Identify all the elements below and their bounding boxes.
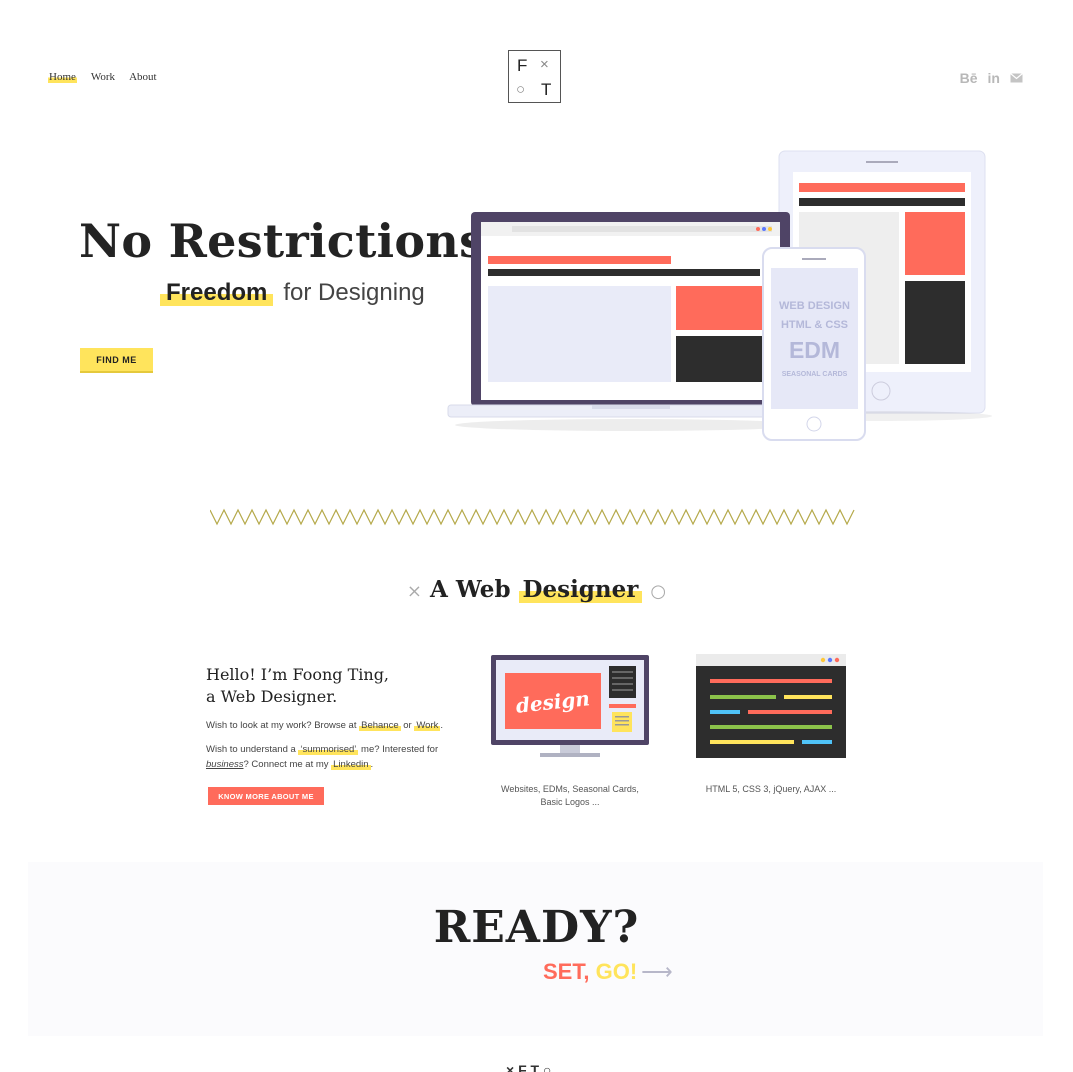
intro-heading-line1: Hello! I’m Foong Ting,	[206, 665, 390, 684]
logo-circle-icon: ○	[516, 81, 526, 98]
design-caption-line1: Websites, EDMs, Seasonal Cards,	[501, 784, 639, 794]
footer-logo: × F T ○	[506, 1062, 552, 1072]
code-card-caption: HTML 5, CSS 3, jQuery, AJAX ...	[705, 784, 837, 794]
cross-icon: ×	[406, 581, 422, 602]
intro-p2-text-b: me? Interested for	[361, 744, 439, 755]
hero-subtitle: Freedom for Designing	[160, 279, 425, 307]
arrow-right-icon[interactable]: ⟶	[641, 959, 673, 984]
linkedin-link[interactable]: Linkedin	[331, 759, 371, 770]
intro-heading: Hello! I’m Foong Ting, a Web Designer.	[206, 664, 389, 708]
behance-icon[interactable]: Bē	[960, 70, 978, 86]
intro-p1-text: Wish to look at my work? Browse at	[206, 720, 357, 731]
social-links: Bē in	[960, 70, 1023, 86]
section-title-highlight: Designer	[518, 576, 643, 603]
phone-line-edm: EDM	[789, 337, 840, 363]
hero-title: No Restrictions.	[79, 214, 502, 268]
summarised-link[interactable]: ‘summorised’	[298, 744, 359, 755]
nav-home-link[interactable]: Home	[48, 71, 77, 83]
design-caption-line2: Basic Logos ...	[540, 797, 600, 807]
code-editor-illustration	[696, 654, 846, 758]
intro-p2-text-a: Wish to understand a	[206, 744, 296, 755]
devices-illustration: WEB DESIGN HTML & CSS EDM SEASONAL CARDS	[447, 150, 992, 441]
main-nav: Home Work About	[48, 71, 157, 83]
nav-about-link[interactable]: About	[129, 71, 157, 83]
intro-p1-or: or	[403, 720, 412, 731]
design-card-caption: Websites, EDMs, Seasonal Cards, Basic Lo…	[485, 783, 655, 809]
section-title-plain: A Web	[430, 576, 511, 603]
hero-subtitle-highlight: Freedom	[160, 279, 274, 306]
cta-set-go[interactable]: SET, GO! ⟶	[543, 959, 673, 985]
intro-p1-end: .	[440, 720, 443, 731]
intro-paragraph-2: Wish to understand a ‘summorised’ me? In…	[206, 742, 466, 772]
linkedin-icon[interactable]: in	[988, 70, 1000, 86]
phone-illustration: WEB DESIGN HTML & CSS EDM SEASONAL CARDS	[762, 247, 866, 441]
phone-line-seasonal: SEASONAL CARDS	[782, 371, 848, 378]
site-logo[interactable]: F × ○ T	[508, 50, 561, 103]
logo-letter-t: T	[541, 80, 552, 99]
circle-icon: ○	[650, 581, 667, 602]
phone-line-web-design: WEB DESIGN	[779, 300, 850, 312]
cta-set-text: SET,	[543, 959, 590, 984]
intro-heading-line2: a Web Designer.	[206, 687, 338, 706]
behance-link[interactable]: Behance	[359, 720, 401, 731]
business-text: business	[206, 759, 244, 770]
intro-p2-text-c: ? Connect me at my	[243, 759, 329, 770]
cta-ready-heading: READY?	[433, 902, 640, 953]
logo-letter-f: F	[517, 56, 528, 75]
know-more-button[interactable]: KNOW MORE ABOUT ME	[208, 787, 324, 805]
intro-paragraph-1: Wish to look at my work? Browse at Behan…	[206, 718, 466, 733]
nav-work-link[interactable]: Work	[91, 71, 115, 83]
hero-subtitle-rest: for Designing	[283, 279, 425, 306]
intro-p2-end: .	[370, 759, 374, 770]
find-me-button[interactable]: FIND ME	[80, 348, 153, 371]
work-link[interactable]: Work	[414, 720, 441, 731]
laptop-illustration	[447, 212, 814, 431]
mail-icon[interactable]	[1010, 70, 1023, 86]
cta-go-text: GO!	[595, 959, 638, 984]
phone-line-html-css: HTML & CSS	[781, 319, 848, 331]
zigzag-divider	[210, 508, 855, 526]
design-monitor-illustration: design	[491, 655, 649, 757]
logo-cross-icon: ×	[540, 56, 549, 73]
section-title: × A Web Designer ○	[0, 576, 1073, 603]
